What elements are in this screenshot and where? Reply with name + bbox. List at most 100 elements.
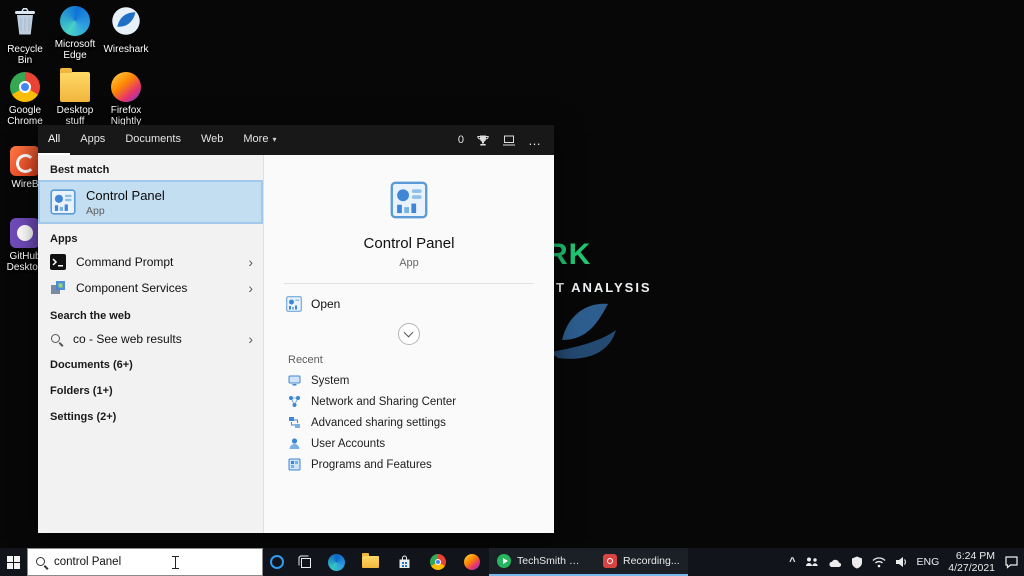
taskbar-search-input[interactable]	[54, 556, 255, 568]
tab-all[interactable]: All	[38, 125, 70, 155]
running-app-label: TechSmith Camtasi...	[517, 555, 587, 567]
notification-center-icon[interactable]	[1004, 555, 1019, 569]
result-component-services[interactable]: Component Services ›	[38, 275, 263, 301]
component-services-icon	[50, 280, 66, 296]
best-match-title: Control Panel	[86, 188, 165, 203]
task-view-icon	[298, 555, 312, 569]
rewards-count: 0	[458, 134, 464, 146]
volume-icon[interactable]	[895, 556, 908, 568]
wifi-icon[interactable]	[872, 556, 886, 568]
camtasia-icon	[497, 554, 511, 568]
pinned-microsoft-store[interactable]	[387, 548, 421, 576]
chevron-right-icon[interactable]: ›	[248, 281, 253, 295]
result-command-prompt[interactable]: Command Prompt ›	[38, 249, 263, 275]
recent-item-label: System	[311, 375, 349, 387]
feedback-icon[interactable]	[502, 134, 516, 147]
search-results-list: Best match Control Panel App	[38, 155, 263, 533]
result-label: Command Prompt	[76, 255, 173, 269]
result-label: Component Services	[76, 281, 187, 295]
desktop-icon-microsoft-edge[interactable]: Microsoft Edge	[52, 6, 98, 61]
windows-desktop: RK T ANALYSIS Recycle Bin Microsoft Edge…	[0, 0, 1024, 576]
wallpaper-text-line2: T ANALYSIS	[556, 280, 652, 295]
rewards-trophy-icon[interactable]	[476, 134, 490, 147]
system-tray: ^ ENG 6:24	[789, 548, 1024, 576]
search-web-section-label: Search the web	[38, 301, 263, 326]
file-explorer-icon	[362, 556, 379, 568]
apps-section-label: Apps	[38, 224, 263, 249]
programs-features-icon	[288, 458, 301, 471]
recent-item-network-sharing-center[interactable]: Network and Sharing Center	[264, 391, 554, 412]
wireshark-icon	[111, 6, 141, 36]
category-documents[interactable]: Documents (6+)	[38, 352, 263, 378]
chevron-right-icon[interactable]: ›	[248, 255, 253, 269]
desktop-icon-label: Recycle Bin	[2, 44, 48, 66]
desktop-icon-recycle-bin[interactable]: Recycle Bin	[2, 6, 48, 66]
chevron-down-icon: ▾	[272, 135, 276, 144]
more-options-icon[interactable]: …	[528, 133, 542, 148]
tab-documents[interactable]: Documents	[115, 125, 191, 155]
text-cursor-pointer	[175, 556, 183, 569]
desktop-icon-label: Google Chrome	[2, 105, 48, 127]
recent-item-label: Advanced sharing settings	[311, 417, 446, 429]
result-web-search[interactable]: co - See web results ›	[38, 326, 263, 352]
result-label: co - See web results	[73, 332, 182, 346]
hidden-icons-chevron[interactable]: ^	[789, 556, 795, 568]
recent-item-label: Network and Sharing Center	[311, 396, 456, 408]
preview-title: Control Panel	[364, 235, 455, 252]
category-settings[interactable]: Settings (2+)	[38, 404, 263, 430]
search-panel: All Apps Documents Web More ▾ 0	[38, 125, 554, 533]
edge-icon	[328, 554, 345, 571]
search-header-actions: 0 …	[458, 125, 554, 155]
cortana-icon	[270, 555, 284, 569]
recent-item-label: Programs and Features	[311, 459, 432, 471]
taskbar-clock[interactable]: 6:24 PM 4/27/2021	[948, 550, 995, 574]
search-icon	[35, 556, 48, 569]
tab-more[interactable]: More ▾	[233, 125, 286, 155]
desktop-icon-firefox[interactable]: Firefox Nightly	[103, 72, 149, 127]
open-label: Open	[311, 297, 340, 311]
result-preview-pane: Control Panel App Open Recent	[263, 155, 554, 533]
desktop-icon-desktop-stuff[interactable]: Desktop stuff	[52, 72, 98, 127]
recent-item-user-accounts[interactable]: User Accounts	[264, 433, 554, 454]
onedrive-icon[interactable]	[828, 557, 842, 568]
pinned-file-explorer[interactable]	[353, 548, 387, 576]
taskbar-search-box[interactable]	[27, 548, 263, 576]
category-folders[interactable]: Folders (1+)	[38, 378, 263, 404]
wireb-icon	[10, 146, 40, 176]
recent-item-advanced-sharing[interactable]: Advanced sharing settings	[264, 412, 554, 433]
recent-label: Recent	[288, 354, 323, 366]
recent-item-system[interactable]: System	[264, 370, 554, 391]
tab-apps[interactable]: Apps	[70, 125, 115, 155]
network-icon	[288, 395, 301, 408]
pinned-edge[interactable]	[319, 548, 353, 576]
running-app-camtasia[interactable]: TechSmith Camtasi...	[489, 548, 595, 576]
tab-more-label: More	[243, 133, 268, 145]
best-match-result[interactable]: Control Panel App	[38, 180, 263, 224]
language-indicator[interactable]: ENG	[917, 556, 940, 568]
running-app-label: Recording...	[623, 555, 680, 567]
taskbar: TechSmith Camtasi... Recording... ^	[0, 548, 1024, 576]
desktop-icon-google-chrome[interactable]: Google Chrome	[2, 72, 48, 127]
search-icon	[50, 333, 63, 346]
command-prompt-icon	[50, 254, 66, 270]
running-app-recording[interactable]: Recording...	[595, 548, 688, 576]
cortana-button[interactable]	[263, 548, 291, 576]
recycle-bin-icon	[10, 6, 40, 36]
pinned-chrome[interactable]	[421, 548, 455, 576]
control-panel-icon-large	[390, 181, 428, 219]
chevron-right-icon[interactable]: ›	[248, 332, 253, 346]
expand-actions-button[interactable]	[398, 323, 420, 345]
defender-shield-icon[interactable]	[851, 556, 863, 569]
recent-item-programs-features[interactable]: Programs and Features	[264, 454, 554, 475]
start-button[interactable]	[0, 548, 27, 576]
recorder-icon	[603, 554, 617, 568]
open-action[interactable]: Open	[284, 293, 534, 315]
people-icon[interactable]	[805, 556, 819, 568]
desktop-icon-wireshark[interactable]: Wireshark	[103, 6, 149, 55]
task-view-button[interactable]	[291, 548, 319, 576]
control-panel-icon-small	[286, 296, 302, 312]
store-icon	[397, 555, 412, 570]
recent-item-label: User Accounts	[311, 438, 385, 450]
pinned-firefox[interactable]	[455, 548, 489, 576]
tab-web[interactable]: Web	[191, 125, 233, 155]
